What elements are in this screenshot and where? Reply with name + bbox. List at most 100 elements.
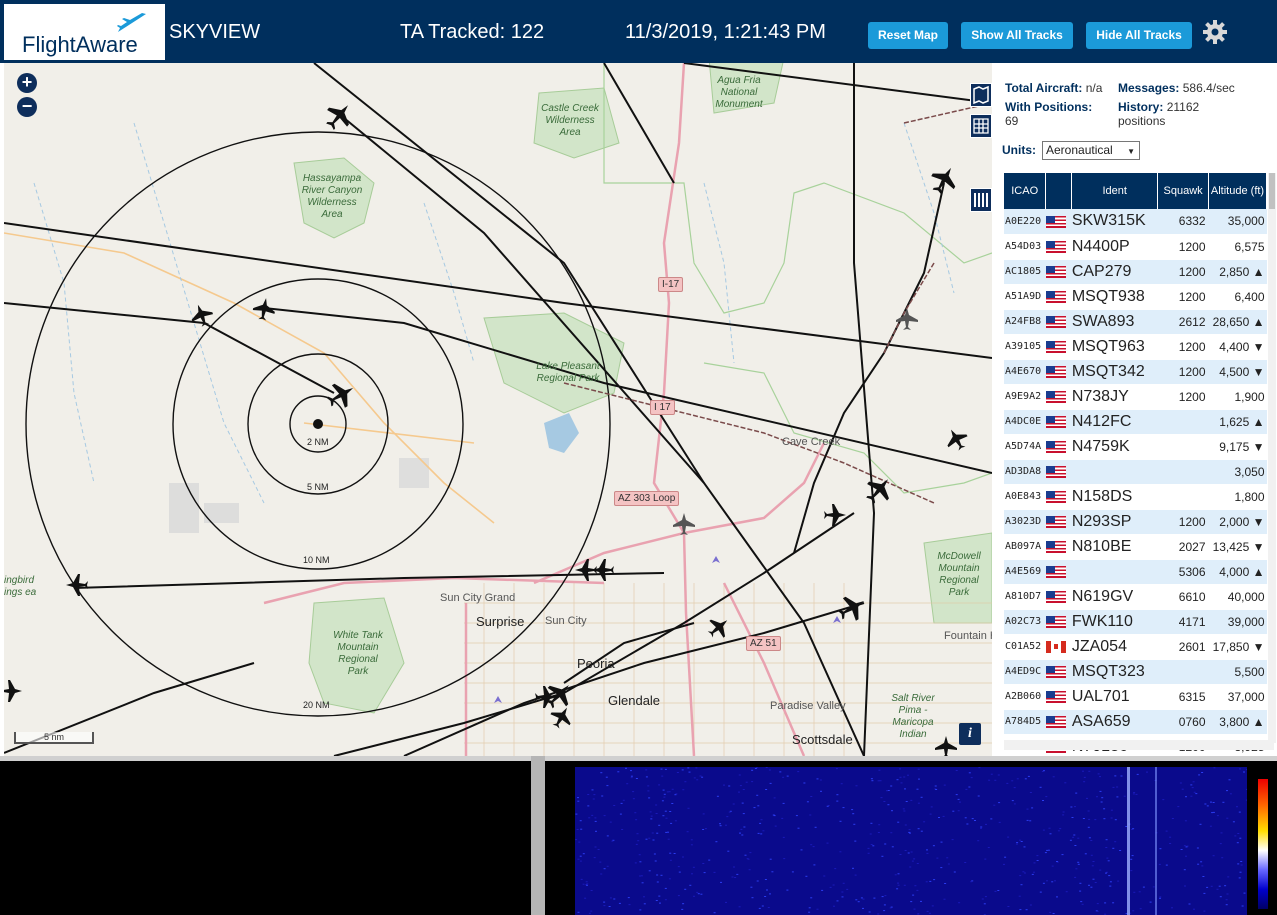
flag-usa-icon	[1045, 591, 1066, 604]
label-scottsdale: Scottsdale	[792, 732, 853, 747]
info-icon[interactable]: i	[959, 723, 981, 745]
colorbar-legend	[1258, 779, 1268, 909]
reset-map-button[interactable]: Reset Map	[868, 22, 948, 49]
table-horizontal-scrollbar[interactable]	[1004, 740, 1274, 750]
col-flag[interactable]	[1045, 173, 1073, 209]
zoom-in-button[interactable]: +	[17, 73, 37, 93]
aircraft-altitude: 28,650 ▲	[1208, 309, 1267, 335]
table-row[interactable]: A4ED9C MSQT323 5,500	[1004, 659, 1267, 685]
aircraft-squawk: 6610	[1157, 584, 1209, 610]
aircraft-icao: A24FB8	[1004, 309, 1046, 335]
table-row[interactable]: A810D7 N619GV 6610 40,000	[1004, 584, 1267, 610]
show-all-tracks-button[interactable]: Show All Tracks	[961, 22, 1073, 49]
aircraft-squawk	[1157, 459, 1209, 485]
aircraft-squawk: 1200	[1157, 384, 1209, 410]
zoom-out-button[interactable]: −	[17, 97, 37, 117]
aircraft-squawk: 6315	[1157, 684, 1209, 710]
with-positions-stat: With Positions: 69	[1005, 100, 1115, 128]
aircraft-altitude: 4,500 ▼	[1208, 359, 1267, 385]
table-scrollbar[interactable]	[1268, 173, 1276, 743]
col-ident[interactable]: Ident	[1071, 173, 1159, 209]
map-layers-button[interactable]	[970, 83, 992, 107]
aircraft-squawk: 2601	[1157, 634, 1209, 660]
table-row[interactable]: A2B060 UAL701 6315 37,000	[1004, 684, 1267, 710]
table-row[interactable]: A39105 MSQT963 1200 4,400 ▼	[1004, 334, 1267, 360]
aircraft-altitude: 39,000	[1208, 609, 1267, 635]
aircraft-ident: N293SP	[1071, 509, 1158, 535]
flag-usa-icon	[1045, 391, 1066, 404]
label-paradise-valley: Paradise Valley	[770, 700, 846, 712]
table-row[interactable]: AC1805 CAP279 1200 2,850 ▲	[1004, 259, 1267, 285]
country-flag-icon	[1045, 534, 1072, 560]
flag-usa-icon	[1045, 366, 1066, 379]
country-flag-icon	[1045, 634, 1072, 660]
table-row[interactable]: A0E220 SKW315K 6332 35,000	[1004, 209, 1267, 235]
table-row[interactable]: A9E9A2 N738JY 1200 1,900	[1004, 384, 1267, 410]
map-view[interactable]: Agua Fria National Monument Castle Creek…	[4, 63, 992, 756]
table-row[interactable]: A0E843 N158DS 1,800	[1004, 484, 1267, 510]
shield-i17-b: I 17	[650, 400, 675, 415]
aircraft-squawk: 1200	[1157, 334, 1209, 360]
skyview-app: FlightAware SKYVIEW TA Tracked: 122 11/3…	[0, 0, 1277, 915]
table-row[interactable]: A784D5 ASA659 0760 3,800 ▲	[1004, 709, 1267, 735]
aircraft-altitude: 4,000 ▲	[1208, 559, 1267, 585]
table-row[interactable]: A51A9D MSQT938 1200 6,400	[1004, 284, 1267, 310]
messages-stat: Messages: 586.4/sec	[1118, 81, 1235, 95]
table-row[interactable]: A3023D N293SP 1200 2,000 ▼	[1004, 509, 1267, 535]
total-aircraft-label: Total Aircraft:	[1005, 81, 1083, 95]
table-row[interactable]: A4DC0E N412FC 1,625 ▲	[1004, 409, 1267, 435]
gear-icon[interactable]	[1202, 19, 1228, 45]
country-flag-icon	[1045, 209, 1072, 235]
country-flag-icon	[1045, 559, 1072, 585]
country-flag-icon	[1045, 584, 1072, 610]
col-altitude[interactable]: Altitude (ft)	[1208, 173, 1267, 209]
col-squawk[interactable]: Squawk	[1157, 173, 1209, 209]
map-canvas[interactable]	[4, 63, 992, 756]
label-cave-creek: Cave Creek	[782, 436, 841, 448]
total-aircraft-value: n/a	[1085, 81, 1103, 95]
table-row[interactable]: AB097A N810BE 2027 13,425 ▼	[1004, 534, 1267, 560]
table-row[interactable]: C01A52 JZA054 2601 17,850 ▼	[1004, 634, 1267, 660]
label-wingbird: ingbird ings ea	[4, 575, 37, 598]
aircraft-altitude: 40,000	[1208, 584, 1267, 610]
flightaware-logo[interactable]: FlightAware	[4, 4, 165, 60]
table-row[interactable]: A02C73 FWK110 4171 39,000	[1004, 609, 1267, 635]
logo-plane-icon	[117, 13, 146, 32]
table-row[interactable]: A54D03 N4400P 1200 6,575	[1004, 234, 1267, 260]
aircraft-squawk	[1157, 659, 1209, 685]
panel-divider[interactable]	[531, 756, 545, 915]
country-flag-icon	[1045, 309, 1072, 335]
label-white-tank: White Tank Mountain Regional Park	[333, 630, 383, 677]
aircraft-squawk	[1157, 484, 1209, 510]
aircraft-squawk: 0760	[1157, 709, 1209, 735]
label-fountain-hills: Fountain H	[944, 630, 992, 642]
table-row[interactable]: A5D74A N4759K 9,175 ▼	[1004, 434, 1267, 460]
units-select[interactable]: Aeronautical	[1042, 141, 1140, 160]
aircraft-ident: SKW315K	[1071, 209, 1158, 235]
label-mcdowell: McDowell Mountain Regional Park	[937, 551, 981, 598]
table-row[interactable]: A4E670 MSQT342 1200 4,500 ▼	[1004, 359, 1267, 385]
messages-value: 586.4/sec	[1182, 81, 1235, 95]
aircraft-icao: AB097A	[1004, 534, 1046, 560]
grid-icon	[973, 118, 989, 134]
hide-all-tracks-button[interactable]: Hide All Tracks	[1086, 22, 1192, 49]
country-flag-icon	[1045, 459, 1072, 485]
aircraft-squawk: 1200	[1157, 234, 1209, 260]
aircraft-squawk: 4171	[1157, 609, 1209, 635]
grid-toggle-button[interactable]	[970, 114, 992, 138]
messages-label: Messages:	[1118, 81, 1180, 95]
label-castle-creek: Castle Creek Wilderness Area	[541, 103, 599, 138]
map-icon	[973, 85, 989, 105]
table-row[interactable]: AD3DA8 3,050	[1004, 459, 1267, 485]
aircraft-squawk: 2612	[1157, 309, 1209, 335]
columns-toggle-button[interactable]	[970, 188, 992, 212]
logo-text: FlightAware	[22, 32, 138, 57]
aircraft-altitude: 3,800 ▲	[1208, 709, 1267, 735]
table-row[interactable]: A24FB8 SWA893 2612 28,650 ▲	[1004, 309, 1267, 335]
label-sun-city: Sun City	[545, 615, 587, 627]
col-icao[interactable]: ICAO	[1004, 173, 1047, 209]
shield-i17: I-17	[658, 277, 684, 292]
aircraft-squawk: 1200	[1157, 359, 1209, 385]
aircraft-icao: A54D03	[1004, 234, 1046, 260]
table-row[interactable]: A4E569 5306 4,000 ▲	[1004, 559, 1267, 585]
